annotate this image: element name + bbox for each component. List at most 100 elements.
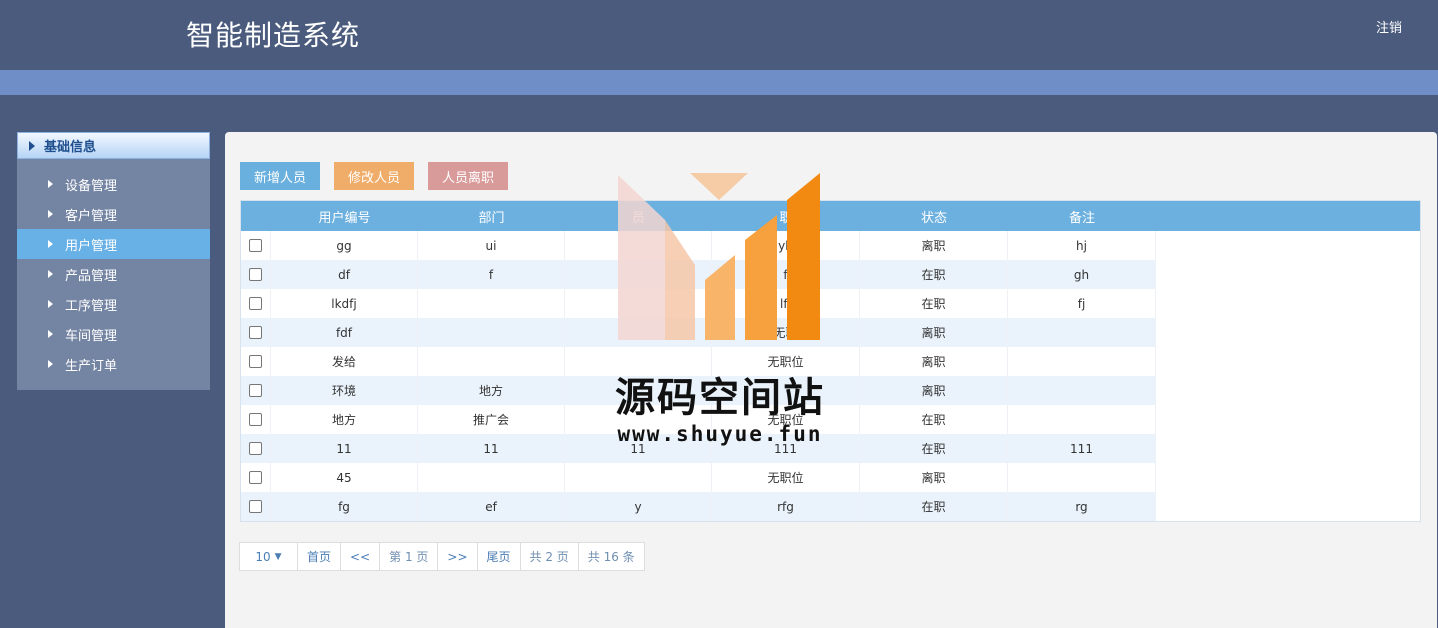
- cell-staff: [565, 260, 712, 289]
- cell-user-id: gg: [271, 231, 418, 260]
- table-row[interactable]: fdf 无职 离职: [241, 318, 1420, 347]
- cell-position: [712, 376, 860, 405]
- app-title: 智能制造系统: [186, 19, 361, 52]
- prev-page-button[interactable]: <<: [341, 543, 381, 570]
- cell-department: 地方: [418, 376, 565, 405]
- cell-user-id: lkdfj: [271, 289, 418, 318]
- cell-staff: 11: [565, 434, 712, 463]
- table-row[interactable]: 发给 无职位 离职: [241, 347, 1420, 376]
- next-page-button[interactable]: >>: [438, 543, 478, 570]
- sidebar-section-label: 基础信息: [44, 140, 97, 155]
- logout-link[interactable]: 注销: [1376, 17, 1402, 36]
- sidebar-item-label: 工序管理: [65, 298, 118, 314]
- row-checkbox[interactable]: [249, 268, 262, 281]
- chevron-down-icon: ▼: [274, 551, 282, 562]
- cell-position: 111: [712, 434, 860, 463]
- row-select-cell: [241, 463, 271, 492]
- cell-status: 在职: [860, 492, 1008, 521]
- cell-department: 11: [418, 434, 565, 463]
- toolbar: 新增人员 修改人员 人员离职: [240, 162, 508, 190]
- cell-department: [418, 289, 565, 318]
- sidebar-item-label: 产品管理: [65, 268, 118, 284]
- caret-right-icon: [48, 270, 53, 278]
- row-select-cell: [241, 347, 271, 376]
- cell-remarks: hj: [1008, 231, 1156, 260]
- edit-staff-button[interactable]: 修改人员: [334, 162, 414, 190]
- row-checkbox[interactable]: [249, 384, 262, 397]
- cell-staff: [565, 347, 712, 376]
- current-page-indicator: 第 1 页: [380, 543, 439, 570]
- row-checkbox[interactable]: [249, 500, 262, 513]
- row-checkbox[interactable]: [249, 326, 262, 339]
- table-row[interactable]: 45 无职位 离职: [241, 463, 1420, 492]
- row-checkbox[interactable]: [249, 239, 262, 252]
- sidebar-item-label: 车间管理: [65, 328, 118, 344]
- row-checkbox[interactable]: [249, 471, 262, 484]
- table-row[interactable]: 11 11 11 111 在职 111: [241, 434, 1420, 463]
- cell-remarks: [1008, 318, 1156, 347]
- caret-right-icon: [48, 330, 53, 338]
- cell-remarks: [1008, 463, 1156, 492]
- cell-status: 在职: [860, 434, 1008, 463]
- cell-remarks: [1008, 347, 1156, 376]
- cell-staff: [565, 463, 712, 492]
- row-checkbox[interactable]: [249, 355, 262, 368]
- table-row[interactable]: df f f 在职 gh: [241, 260, 1420, 289]
- cell-remarks: gh: [1008, 260, 1156, 289]
- cell-position: lfj: [712, 289, 860, 318]
- staff-leave-button[interactable]: 人员离职: [428, 162, 508, 190]
- row-checkbox[interactable]: [249, 297, 262, 310]
- cell-remarks: 111: [1008, 434, 1156, 463]
- cell-position: 无职位: [712, 347, 860, 376]
- page-size-select[interactable]: 10 ▼: [240, 543, 298, 570]
- pagination: 10 ▼ 首页 << 第 1 页 >> 尾页 共 2 页 共 16 条: [239, 542, 645, 571]
- sidebar-item-equipment[interactable]: 设备管理: [17, 169, 210, 199]
- cell-department: 推广会: [418, 405, 565, 434]
- sidebar-item-label: 生产订单: [65, 358, 118, 374]
- cell-position: 无职: [712, 318, 860, 347]
- row-select-cell: [241, 434, 271, 463]
- column-header-department: 部门: [478, 210, 505, 226]
- row-checkbox[interactable]: [249, 442, 262, 455]
- cell-department: ui: [418, 231, 565, 260]
- cell-user-id: fdf: [271, 318, 418, 347]
- cell-user-id: 地方: [271, 405, 418, 434]
- sidebar-item-label: 用户管理: [65, 238, 118, 254]
- sidebar-item-users[interactable]: 用户管理: [17, 229, 210, 259]
- column-header-status: 状态: [920, 210, 947, 226]
- sidebar-section-basic-info[interactable]: 基础信息: [17, 132, 210, 159]
- table-row[interactable]: 环境 地方 离职: [241, 376, 1420, 405]
- total-items-label: 共 16 条: [587, 550, 635, 564]
- add-staff-button[interactable]: 新增人员: [240, 162, 320, 190]
- table-row[interactable]: gg ui yh 离职 hj: [241, 231, 1420, 260]
- cell-remarks: [1008, 376, 1156, 405]
- cell-staff: [565, 289, 712, 318]
- cell-staff: [565, 231, 712, 260]
- first-page-button[interactable]: 首页: [298, 543, 342, 570]
- header-stripe: [0, 70, 1438, 95]
- sidebar-item-workshops[interactable]: 车间管理: [17, 319, 210, 349]
- table-row[interactable]: lkdfj lfj 在职 fj: [241, 289, 1420, 318]
- cell-department: [418, 463, 565, 492]
- sidebar-item-production-orders[interactable]: 生产订单: [17, 349, 210, 379]
- table-row[interactable]: 地方 推广会 无职位 在职: [241, 405, 1420, 434]
- main-panel: 新增人员 修改人员 人员离职 用户编号 部门 员 职 状态 备注 gg ui yh 离…: [225, 132, 1437, 628]
- sidebar-item-customers[interactable]: 客户管理: [17, 199, 210, 229]
- cell-user-id: 11: [271, 434, 418, 463]
- cell-staff: [565, 405, 712, 434]
- sidebar-item-products[interactable]: 产品管理: [17, 259, 210, 289]
- caret-right-icon: [48, 360, 53, 368]
- cell-user-id: df: [271, 260, 418, 289]
- cell-remarks: [1008, 405, 1156, 434]
- caret-right-icon: [48, 300, 53, 308]
- table-row[interactable]: fg ef y rfg 在职 rg: [241, 492, 1420, 521]
- row-select-cell: [241, 289, 271, 318]
- row-checkbox[interactable]: [249, 413, 262, 426]
- last-page-button[interactable]: 尾页: [478, 543, 521, 570]
- row-select-cell: [241, 318, 271, 347]
- cell-user-id: 发给: [271, 347, 418, 376]
- cell-position: 无职位: [712, 405, 860, 434]
- sidebar-item-label: 客户管理: [65, 208, 118, 224]
- sidebar-item-processes[interactable]: 工序管理: [17, 289, 210, 319]
- cell-position: f: [712, 260, 860, 289]
